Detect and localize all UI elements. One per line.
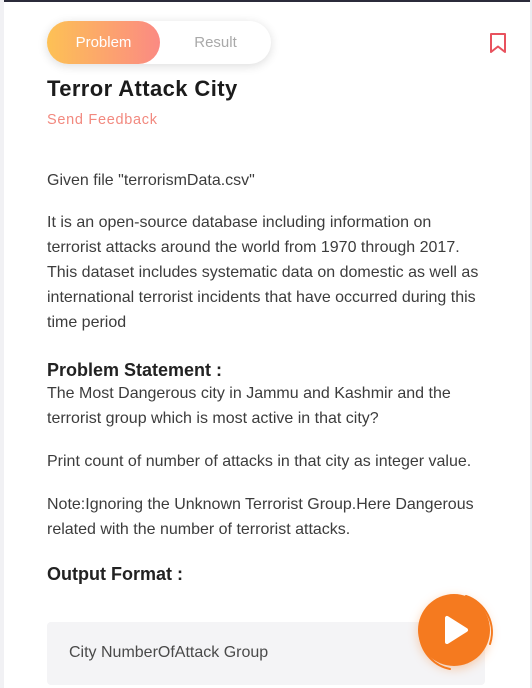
bookmark-icon[interactable] [488, 32, 508, 54]
dataset-description: It is an open-source database including … [47, 214, 479, 331]
tab-result[interactable]: Result [160, 21, 271, 64]
run-button[interactable] [418, 594, 490, 666]
problem-result-toggle: Problem Result [47, 21, 271, 64]
print-instruction-text: Print count of number of attacks in that… [47, 453, 472, 470]
play-icon [445, 616, 468, 644]
given-file-text: Given file "terrorismData.csv" [47, 172, 255, 189]
tab-problem[interactable]: Problem [47, 21, 160, 64]
output-format-heading: Output Format : [47, 564, 183, 584]
note-text: Note:Ignoring the Unknown Terrorist Grou… [47, 496, 474, 538]
left-panel-edge [0, 0, 4, 688]
send-feedback-link[interactable]: Send Feedback [47, 112, 158, 128]
problem-statement-heading: Problem Statement : [47, 360, 223, 380]
problem-statement-text: The Most Dangerous city in Jammu and Kas… [47, 385, 451, 427]
problem-description: Given file "terrorismData.csv" It is an … [47, 168, 487, 585]
problem-title: Terror Attack City [47, 76, 238, 101]
window-top-border [0, 0, 532, 2]
run-button-wrapper [410, 586, 502, 678]
output-format-text: City NumberOfAttack Group [69, 644, 269, 661]
